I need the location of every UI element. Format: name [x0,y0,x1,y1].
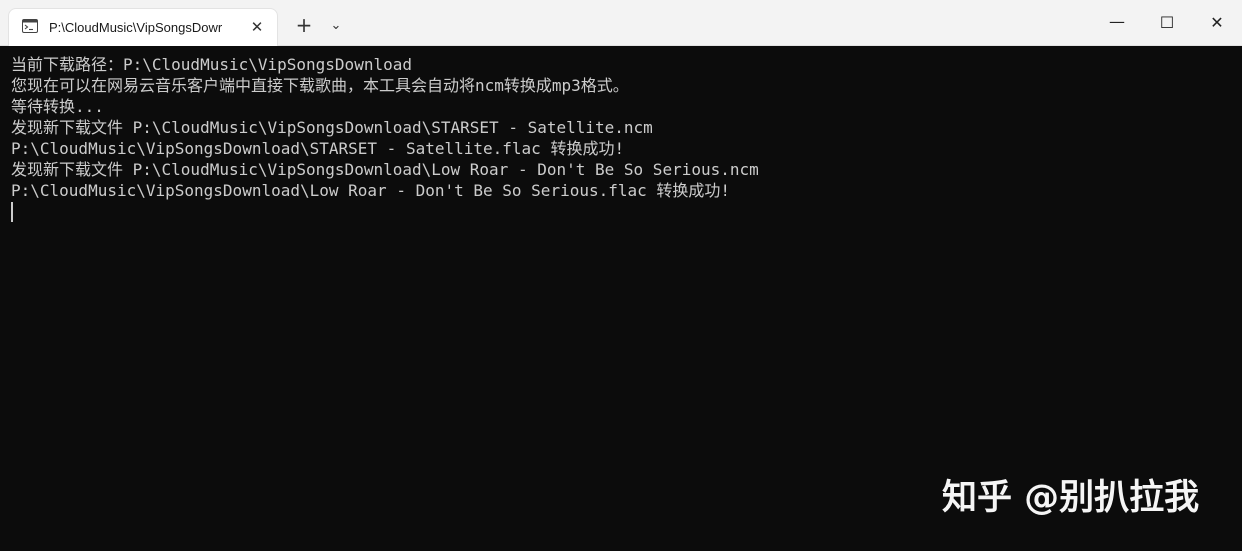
new-tab-icon[interactable]: + [290,12,318,40]
output-line: P:\CloudMusic\VipSongsDownload\Low Roar … [11,181,731,200]
watermark: 知乎 @别扒拉我 [942,478,1200,518]
minimize-icon[interactable]: — [1092,0,1142,46]
terminal-tab[interactable]: P:\CloudMusic\VipSongsDowr ✕ [8,8,278,46]
tab-close-icon[interactable]: ✕ [245,15,269,39]
tab-title: P:\CloudMusic\VipSongsDowr [49,20,223,35]
output-line: P:\CloudMusic\VipSongsDownload\STARSET -… [11,139,625,158]
output-line: 您现在可以在网易云音乐客户端中直接下载歌曲，本工具会自动将ncm转换成mp3格式… [11,76,629,95]
maximize-icon[interactable]: ☐ [1142,0,1192,46]
terminal-window: P:\CloudMusic\VipSongsDowr ✕ + ⌄ — ☐ ✕ 当… [0,0,1242,551]
text-cursor [11,202,13,222]
chevron-down-icon[interactable]: ⌄ [323,12,349,40]
output-line: 发现新下载文件 P:\CloudMusic\VipSongsDownload\L… [11,160,759,179]
output-line: 发现新下载文件 P:\CloudMusic\VipSongsDownload\S… [11,118,653,137]
terminal-icon [22,19,38,33]
output-line: 当前下载路径：P:\CloudMusic\VipSongsDownload [11,55,412,74]
title-bar: P:\CloudMusic\VipSongsDowr ✕ + ⌄ — ☐ ✕ [0,0,1242,46]
close-icon[interactable]: ✕ [1192,0,1242,46]
output-line: 等待转换... [11,97,104,116]
